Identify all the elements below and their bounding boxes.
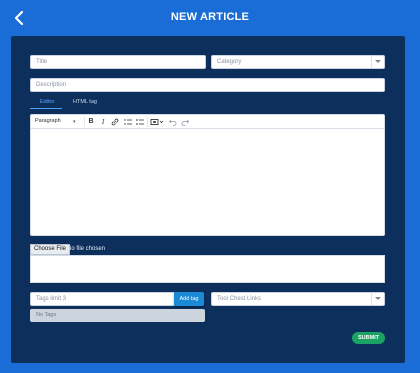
paragraph-select[interactable]: Paragraph ▾ [35, 118, 76, 125]
tags-input[interactable]: Tags limit 3 [30, 292, 175, 306]
chevron-down-icon[interactable] [371, 56, 384, 68]
tab-editor[interactable]: Editor [40, 99, 54, 105]
toolbar-divider [84, 117, 85, 127]
editor-content-area[interactable] [31, 129, 384, 237]
tab-underline [30, 108, 62, 109]
page-title: NEW ARTICLE [170, 11, 250, 23]
tags-list-empty: No Tags [30, 309, 205, 322]
chevron-down-icon: ▾ [73, 119, 76, 125]
choose-file-button[interactable]: Choose File [30, 244, 71, 255]
editor-tabs: Editor HTML tag [30, 99, 150, 109]
toolbar-divider [147, 117, 148, 127]
title-field[interactable]: Title [30, 55, 206, 69]
bold-button[interactable]: B [86, 117, 96, 127]
file-preview-area[interactable] [30, 255, 385, 283]
bullet-list-icon[interactable] [123, 117, 133, 127]
top-bar: NEW ARTICLE [0, 0, 420, 36]
add-tag-button[interactable]: Add tag [174, 292, 204, 306]
media-icon[interactable] [150, 117, 165, 127]
link-icon[interactable] [110, 117, 120, 127]
file-upload: Choose File No file chosen [30, 244, 385, 255]
file-status: No file chosen [67, 246, 106, 252]
submit-button[interactable]: SUBMIT [352, 332, 385, 344]
italic-button[interactable]: I [98, 117, 108, 127]
tab-html[interactable]: HTML tag [73, 99, 97, 105]
editor-toolbar: Paragraph ▾ B I [31, 115, 384, 129]
chevron-down-icon[interactable] [371, 293, 384, 305]
numbered-list-icon[interactable] [135, 117, 145, 127]
paragraph-label: Paragraph [35, 118, 61, 124]
rich-text-editor: Paragraph ▾ B I [30, 114, 385, 236]
tool-chest-links-select[interactable]: Tool Chest Links [211, 292, 385, 306]
category-placeholder: Category [217, 59, 242, 65]
tool-chest-placeholder: Tool Chest Links [217, 296, 262, 302]
category-select[interactable]: Category [211, 55, 385, 69]
undo-icon[interactable] [168, 117, 178, 127]
description-field[interactable]: Description [30, 78, 385, 92]
redo-icon[interactable] [180, 117, 190, 127]
